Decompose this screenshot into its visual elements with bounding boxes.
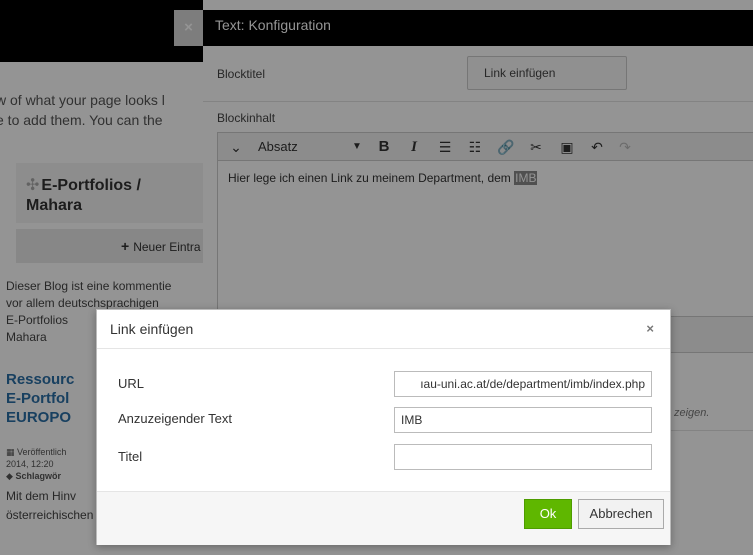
dialog-header: Link einfügen × bbox=[97, 310, 670, 349]
display-text-input[interactable]: IMB bbox=[394, 407, 652, 433]
ok-button[interactable]: Ok bbox=[524, 499, 572, 529]
close-icon[interactable]: × bbox=[646, 310, 654, 348]
url-label: URL bbox=[118, 376, 145, 391]
link-dialog: Link einfügen × URL ıau-uni.ac.at/de/dep… bbox=[96, 309, 671, 545]
url-input[interactable]: ıau-uni.ac.at/de/department/imb/index.ph… bbox=[394, 371, 652, 397]
title-label: Titel bbox=[118, 449, 143, 464]
dialog-title: Link einfügen bbox=[110, 321, 194, 337]
display-text-label: Anzuzeigender Text bbox=[118, 411, 232, 426]
title-input[interactable] bbox=[394, 444, 652, 470]
cancel-button[interactable]: Abbrechen bbox=[578, 499, 664, 529]
